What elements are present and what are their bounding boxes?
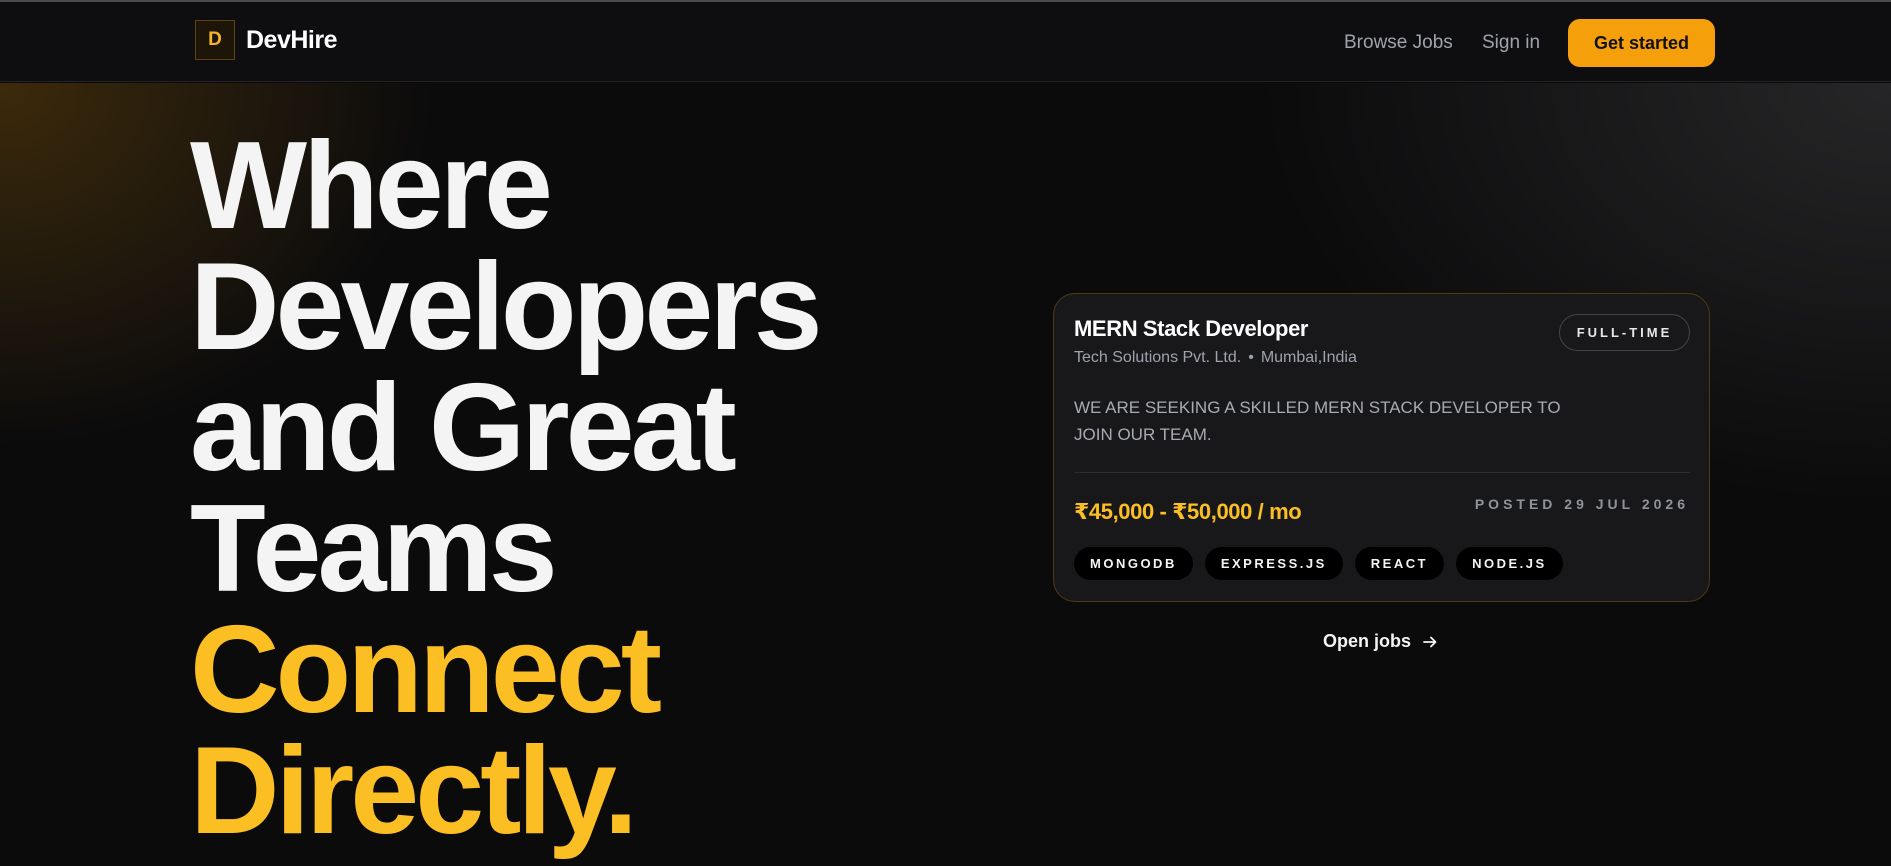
skill-tag: EXPRESS.JS — [1204, 547, 1343, 580]
skill-tag: REACT — [1354, 547, 1445, 580]
job-description: WE ARE SEEKING A SKILLED MERN STACK DEVE… — [1074, 398, 1561, 444]
job-salary: ₹45,000 - ₹50,000 / mo — [1074, 499, 1302, 524]
headline-accent-line: Directly. — [190, 722, 638, 860]
card-divider — [1074, 472, 1690, 473]
open-jobs-label: Open jobs — [1323, 631, 1412, 651]
meta-separator: • — [1248, 349, 1254, 366]
headline-line: Teams — [190, 480, 558, 618]
job-company-location: Tech Solutions Pvt. Ltd. • Mumbai,India — [1074, 349, 1357, 367]
open-jobs-link[interactable]: Open jobs — [1323, 631, 1438, 652]
job-company: Tech Solutions Pvt. Ltd. — [1074, 349, 1242, 366]
top-navbar: D DevHire Browse Jobs Sign in Get starte… — [0, 2, 1891, 82]
skill-tag: MONGODB — [1074, 547, 1193, 580]
headline-line: Developers — [190, 238, 823, 376]
logo-icon: D — [195, 20, 235, 60]
browse-jobs-link[interactable]: Browse Jobs — [1344, 32, 1453, 54]
job-location: Mumbai,India — [1260, 349, 1357, 366]
featured-job-card[interactable]: MERN Stack Developer Tech Solutions Pvt.… — [1053, 293, 1710, 602]
arrow-right-icon — [1423, 636, 1437, 647]
get-started-button[interactable]: Get started — [1568, 19, 1715, 67]
headline-accent-line: Connect — [190, 601, 662, 739]
job-posted-date: POSTED 29 JUL 2026 — [1474, 496, 1689, 512]
skill-tag: NODE.JS — [1456, 547, 1563, 580]
hero-headline: Where Developers and Great Teams Connect… — [190, 117, 910, 860]
hero-section: Where Developers and Great Teams Connect… — [0, 83, 1891, 866]
headline-line: and Great — [190, 359, 737, 497]
sign-in-link[interactable]: Sign in — [1482, 32, 1540, 54]
job-title: MERN Stack Developer — [1074, 316, 1309, 341]
skill-tags: MONGODB EXPRESS.JS REACT NODE.JS — [1074, 547, 1563, 580]
headline-line: Where — [190, 117, 553, 255]
brand-name: DevHire — [246, 25, 338, 54]
job-type-badge: FULL-TIME — [1559, 314, 1690, 351]
brand-logo-link[interactable]: D DevHire — [195, 20, 338, 60]
